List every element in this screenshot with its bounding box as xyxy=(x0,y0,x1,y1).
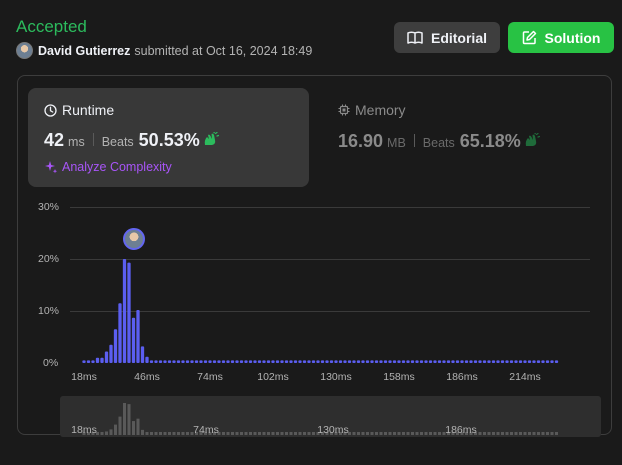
overview-bar xyxy=(118,416,122,435)
overview-bar xyxy=(433,432,437,435)
overview-bar xyxy=(235,432,239,435)
overview-bar xyxy=(550,432,554,435)
overview-bar xyxy=(388,432,392,435)
overview-bar xyxy=(541,432,545,435)
overview-bar xyxy=(168,432,171,435)
overview-bar xyxy=(514,432,518,435)
overview-bar xyxy=(267,432,270,435)
overview-bar xyxy=(150,432,153,435)
overview-bar xyxy=(370,432,374,435)
overview-bar xyxy=(483,432,486,435)
overview-bar xyxy=(555,432,558,435)
overview-bar xyxy=(163,432,167,435)
overview-bars xyxy=(82,403,558,435)
overview-bar xyxy=(496,432,500,435)
overview-bar xyxy=(177,432,180,435)
overview-bar xyxy=(420,432,423,435)
overview-bar xyxy=(424,432,428,435)
overview-bar xyxy=(505,432,509,435)
overview-bar xyxy=(478,432,482,435)
overview-bar xyxy=(249,432,252,435)
overview-bar xyxy=(510,432,513,435)
overview-bar xyxy=(402,432,405,435)
overview-bar xyxy=(429,432,432,435)
overview-bar xyxy=(262,432,266,435)
overview-bar xyxy=(312,432,315,435)
overview-bar xyxy=(361,432,365,435)
overview-tick-label: 18ms xyxy=(71,424,97,436)
overview-bar xyxy=(127,404,131,435)
overview-bar xyxy=(375,432,378,435)
overview-bar xyxy=(528,432,531,435)
overview-bar xyxy=(298,432,302,435)
overview-bar xyxy=(366,432,369,435)
overview-bar xyxy=(114,424,117,435)
overview-bar xyxy=(393,432,396,435)
overview-bar xyxy=(280,432,284,435)
overview-tick-label: 130ms xyxy=(317,424,349,436)
overview-bar xyxy=(159,432,162,435)
overview-bar xyxy=(384,432,387,435)
overview-bar xyxy=(222,432,225,435)
overview-bar xyxy=(240,432,243,435)
overview-bar xyxy=(105,431,108,435)
overview-bar xyxy=(519,432,522,435)
overview-bar xyxy=(231,432,234,435)
overview-bar xyxy=(271,432,275,435)
overview-bar xyxy=(276,432,279,435)
overview-tick-label: 74ms xyxy=(193,424,219,436)
overview-bar xyxy=(141,429,144,435)
overview-bar xyxy=(487,432,491,435)
overview-bar xyxy=(352,432,356,435)
overview-bar xyxy=(357,432,360,435)
overview-bar xyxy=(501,432,504,435)
overview-bar xyxy=(303,432,306,435)
overview-bar xyxy=(109,429,113,435)
overview-bar xyxy=(100,432,104,435)
overview-bar xyxy=(294,432,297,435)
overview-bar xyxy=(132,421,135,435)
overview-bar xyxy=(285,432,288,435)
overview-tick-label: 186ms xyxy=(445,424,477,436)
overview-bar xyxy=(546,432,549,435)
overview-bar xyxy=(244,432,248,435)
overview-bar xyxy=(123,403,126,435)
overview-bar xyxy=(258,432,261,435)
overview-bar xyxy=(289,432,293,435)
overview-bar xyxy=(145,432,149,435)
overview-bar xyxy=(406,432,410,435)
overview-bar xyxy=(492,432,495,435)
overview-bar xyxy=(415,432,419,435)
overview-bar xyxy=(532,432,536,435)
overview-bar xyxy=(438,432,441,435)
overview-bar xyxy=(181,432,185,435)
overview-bar xyxy=(172,432,176,435)
overview-bar xyxy=(226,432,230,435)
overview-bar xyxy=(523,432,527,435)
overview-bar xyxy=(379,432,383,435)
overview-bar xyxy=(307,432,311,435)
overview-bar xyxy=(154,432,158,435)
overview-bar xyxy=(136,418,140,435)
overview-bar xyxy=(253,432,257,435)
overview-bar xyxy=(537,432,540,435)
overview-bar xyxy=(411,432,414,435)
overview-bar xyxy=(186,432,189,435)
overview-bar xyxy=(397,432,401,435)
